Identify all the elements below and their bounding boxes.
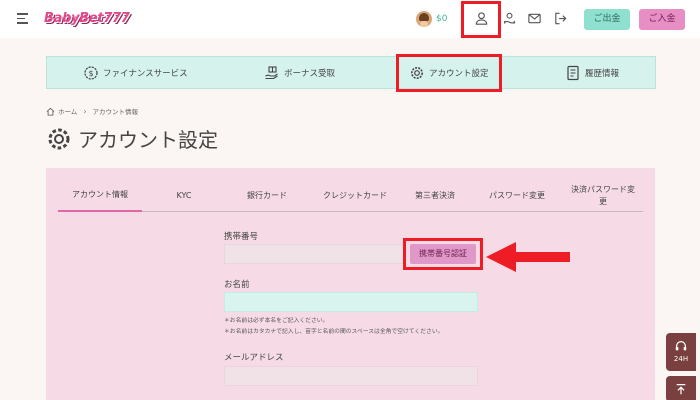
page-title-row: アカウント設定: [46, 124, 218, 153]
svg-text:$: $: [88, 69, 93, 78]
account-nav-bar: $ ファイナンスサービス ボーナス受取 アカウント設定 履歴情報: [46, 56, 656, 89]
verify-button-highlight: [403, 238, 483, 270]
name-field[interactable]: [224, 292, 478, 312]
name-note-1: ＊お名前は必ず本名をご記入ください。: [224, 318, 329, 324]
tab-kyc[interactable]: KYC: [154, 180, 214, 212]
tab-bank-card[interactable]: 銀行カード: [234, 180, 300, 212]
support-24h-button[interactable]: 24H: [666, 333, 696, 371]
support-label: 24H: [673, 355, 689, 363]
breadcrumb: ホーム › アカウント情報: [46, 106, 138, 116]
nav-account-settings-highlight: [396, 54, 502, 92]
email-field[interactable]: [224, 366, 478, 386]
dollar-gear-icon: $: [84, 65, 98, 80]
nav-item-label: ボーナス受取: [284, 68, 336, 79]
avatar[interactable]: [416, 11, 432, 27]
name-note-2: ＊お名前はカタカナで記入し、苗字と名前の間のスペースは全角で空けてください。: [224, 329, 444, 335]
nav-item-label: ファイナンスサービス: [103, 68, 188, 79]
tab-credit-card[interactable]: クレジットカード: [320, 180, 390, 212]
account-tabs: アカウント情報 KYC 銀行カード クレジットカード 第三者決済 パスワード変更…: [58, 180, 643, 212]
logout-icon[interactable]: [553, 11, 568, 26]
mail-icon[interactable]: [527, 11, 542, 26]
menu-icon[interactable]: [17, 13, 29, 24]
tab-account-info[interactable]: アカウント情報: [58, 180, 142, 212]
breadcrumb-home[interactable]: ホーム: [58, 106, 77, 116]
red-arrow-annotation: [486, 242, 570, 272]
withdraw-button[interactable]: ご出金: [584, 9, 630, 30]
phone-field[interactable]: [224, 244, 404, 264]
arrow-up-icon: [676, 384, 686, 395]
tab-third-party-payment[interactable]: 第三者決済: [406, 180, 464, 212]
user-icon-highlight: [461, 1, 501, 38]
nav-item-finance[interactable]: $ ファイナンスサービス: [83, 57, 188, 88]
nav-item-label: 履歴情報: [585, 68, 620, 79]
page-title: アカウント設定: [78, 128, 218, 152]
site-logo[interactable]: BabyBet777: [44, 7, 134, 31]
chevron-right-icon: ›: [83, 106, 87, 116]
name-label: お名前: [224, 280, 250, 290]
tab-password-change[interactable]: パスワード変更: [480, 180, 554, 212]
balance-display: $0: [436, 14, 448, 24]
phone-label: 携帯番号: [224, 232, 259, 242]
tab-payment-password-change[interactable]: 決済パスワード変更: [568, 180, 638, 212]
gear-icon: [48, 128, 70, 149]
nav-item-bonus[interactable]: ボーナス受取: [264, 57, 335, 88]
gift-hand-icon: [265, 65, 278, 79]
top-header: BabyBet777 $0 ご出金 ご入金: [0, 0, 700, 38]
scroll-to-top-button[interactable]: [666, 376, 696, 400]
home-icon: [46, 107, 55, 116]
email-label: メールアドレス: [224, 353, 284, 363]
document-icon: [567, 65, 579, 80]
nav-item-history[interactable]: 履歴情報: [565, 57, 619, 88]
bonus-coin-icon[interactable]: [502, 11, 517, 26]
deposit-button[interactable]: ご入金: [639, 9, 685, 30]
headset-icon: [675, 341, 687, 351]
breadcrumb-current: アカウント情報: [92, 108, 139, 116]
